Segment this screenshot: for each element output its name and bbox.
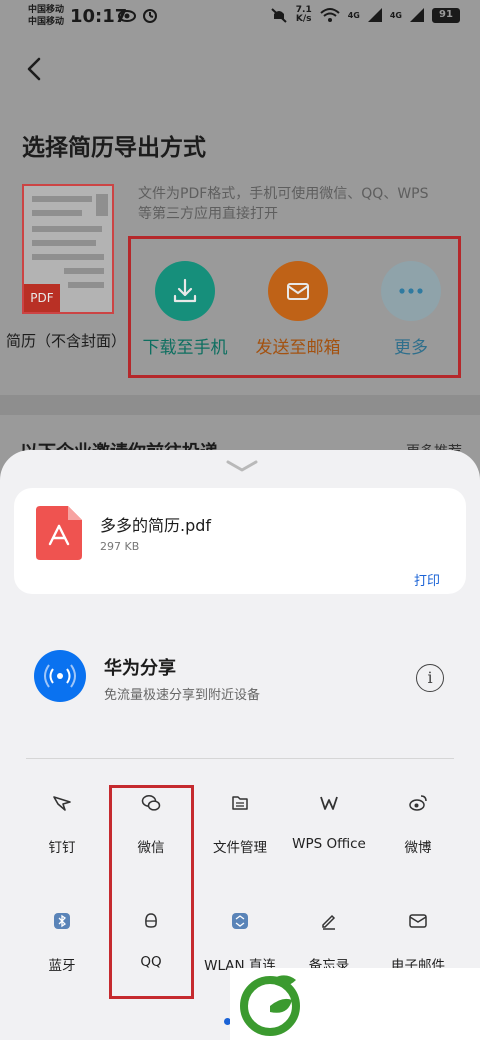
download-label: 下载至手机 xyxy=(142,338,228,358)
memo-icon xyxy=(318,910,340,932)
download-to-phone-option[interactable]: 下载至手机 xyxy=(135,261,235,358)
thumb-line xyxy=(68,282,104,288)
eye-and-alarm-icon xyxy=(118,9,157,23)
sheet-collapse-handle[interactable] xyxy=(226,458,258,472)
print-button[interactable]: 打印 xyxy=(414,570,440,589)
thumbnail-caption: 简历（不含封面） xyxy=(6,332,127,350)
signal-2-icon xyxy=(410,8,424,22)
apps-divider xyxy=(26,758,454,759)
more-label: 更多 xyxy=(394,338,428,358)
email-label: 发送至邮箱 xyxy=(255,338,341,358)
info-icon[interactable]: i xyxy=(416,664,444,692)
thumb-line xyxy=(32,240,96,246)
more-option[interactable]: 更多 xyxy=(361,261,461,358)
pdf-file-icon xyxy=(36,506,82,560)
app-label: 蓝牙 xyxy=(48,958,76,974)
carrier-labels: 中国移动 中国移动 xyxy=(28,4,64,28)
dingtalk-icon xyxy=(51,792,73,814)
export-hint: 文件为PDF格式，手机可使用微信、QQ、WPS等第三方应用直接打开 xyxy=(138,186,429,222)
signal-1-icon xyxy=(367,8,382,22)
thumb-line xyxy=(32,210,82,216)
share-app-email[interactable]: 电子邮件 xyxy=(370,910,466,974)
section-divider xyxy=(0,395,480,415)
bluetooth-icon xyxy=(51,910,73,932)
thumb-line xyxy=(32,196,92,202)
mute-icon xyxy=(271,8,287,23)
huawei-share-row[interactable]: 华为分享 免流量极速分享到附近设备 i xyxy=(14,620,466,730)
more-dots-icon xyxy=(381,261,441,321)
signal-2-type: 4G xyxy=(389,10,402,20)
file-manager-icon xyxy=(229,792,251,814)
pdf-badge: PDF xyxy=(24,284,60,312)
share-app-memo[interactable]: 备忘录 xyxy=(281,910,377,974)
signal-1-type: 4G xyxy=(347,10,360,20)
share-app-bluetooth[interactable]: 蓝牙 xyxy=(14,910,110,974)
resume-thumbnail[interactable]: PDF xyxy=(22,184,114,314)
battery-indicator: 91 xyxy=(432,7,460,23)
back-button[interactable] xyxy=(22,56,48,82)
thumb-photo xyxy=(96,194,108,216)
share-app-dingtalk[interactable]: 钉钉 xyxy=(14,792,110,856)
app-label: 文件管理 xyxy=(213,840,267,856)
app-label: 微博 xyxy=(404,840,432,856)
carrier-2: 中国移动 xyxy=(28,17,65,27)
huawei-share-icon xyxy=(34,650,86,702)
app-label: 钉钉 xyxy=(48,840,76,856)
download-icon xyxy=(155,261,215,321)
chevron-down-icon xyxy=(226,460,258,472)
share-app-wlan-direct[interactable]: WLAN 直连 xyxy=(192,910,288,974)
file-card: 多多的简历.pdf 297 KB 打印 xyxy=(14,488,466,594)
wifi-icon xyxy=(320,8,340,22)
wps-icon xyxy=(318,792,340,814)
huawei-share-title: 华为分享 xyxy=(104,658,176,679)
file-size: 297 KB xyxy=(100,540,140,553)
weibo-icon xyxy=(407,792,429,814)
thumb-line xyxy=(64,268,104,274)
back-arrow-icon xyxy=(27,57,41,81)
speed-unit: K/s xyxy=(295,14,312,24)
wlan-direct-icon xyxy=(229,910,251,932)
huawei-share-subtitle: 免流量极速分享到附近设备 xyxy=(104,688,261,703)
wechat-qq-highlight xyxy=(109,785,194,999)
watermark-logo xyxy=(230,968,480,1040)
network-speed: 7.1 K/s xyxy=(296,6,312,24)
carrier-1: 中国移动 xyxy=(28,5,65,15)
app-label: WPS Office xyxy=(292,836,366,852)
share-app-wps[interactable]: WPS Office xyxy=(281,792,377,852)
green-logo-icon xyxy=(240,975,300,1036)
export-options-highlight: 下载至手机 发送至邮箱 更多 xyxy=(128,236,461,378)
status-icons-left xyxy=(118,8,164,28)
status-icons-right: 7.1 K/s 4G 4G 91 xyxy=(270,6,460,24)
send-to-email-option[interactable]: 发送至邮箱 xyxy=(248,261,348,358)
status-bar: 中国移动 中国移动 10:17 7.1 K/s 4G 4G 91 xyxy=(0,0,480,36)
page-title: 选择简历导出方式 xyxy=(22,135,206,161)
share-app-file-manager[interactable]: 文件管理 xyxy=(192,792,288,856)
email-icon xyxy=(407,910,429,932)
thumb-line xyxy=(32,254,104,260)
share-app-weibo[interactable]: 微博 xyxy=(370,792,466,856)
mail-icon xyxy=(268,261,328,321)
thumb-line xyxy=(32,226,102,232)
share-sheet: 多多的简历.pdf 297 KB 打印 华为分享 免流量极速分享到附近设备 i … xyxy=(0,450,480,1040)
file-name: 多多的简历.pdf xyxy=(100,516,212,535)
